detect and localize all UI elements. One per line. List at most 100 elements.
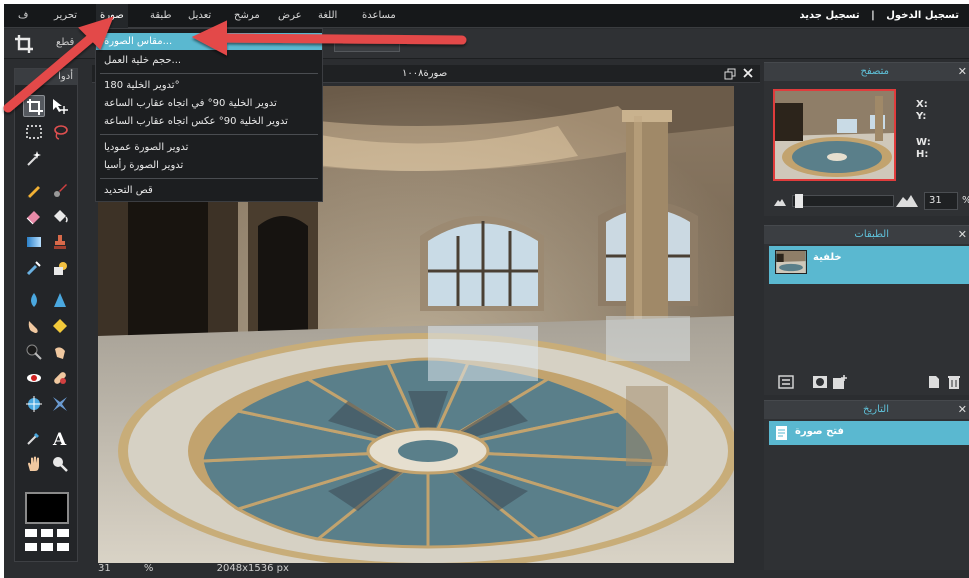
layer-name: خلفية (813, 252, 842, 263)
color-replace-icon (26, 261, 41, 276)
menu-bar: ف تحرير صورة طبقة تعديل مرشح عرض اللغة م… (4, 4, 969, 28)
eye-icon (27, 374, 41, 382)
menu-image[interactable]: صورة (96, 4, 128, 28)
lasso-tool[interactable] (49, 121, 71, 143)
menu-item-flip-vertical[interactable]: تدوير الصورة عموديا (96, 139, 322, 156)
brush-tool[interactable] (49, 179, 71, 201)
marquee-tool[interactable] (23, 121, 45, 143)
sharpen-icon (54, 293, 66, 307)
zoom-input[interactable]: 31 (924, 192, 958, 210)
photo-editor-app: ف تحرير صورة طبقة تعديل مرشح عرض اللغة م… (4, 4, 969, 578)
navigator-preview-image (775, 91, 894, 179)
history-title: التاريخ (863, 404, 889, 415)
text-icon: A (52, 430, 67, 447)
new-layer-icon[interactable] (832, 374, 848, 390)
spot-heal-tool[interactable] (49, 367, 71, 389)
login-link[interactable]: تسجيل الدخول (886, 10, 959, 21)
document-statusbar: 31 % 2048x1536 px (98, 563, 319, 575)
pencil-tool[interactable] (23, 179, 45, 201)
drop-icon (31, 293, 37, 307)
menu-item-flip-horizontal[interactable]: تدوير الصورة رأسيا (96, 157, 322, 174)
menu-item-canvas-size[interactable]: حجم خلية العمل... (96, 52, 322, 69)
menu-adjustments[interactable]: تعديل (184, 4, 215, 28)
magic-wand-tool[interactable] (23, 147, 45, 169)
hand-icon (28, 456, 39, 471)
trash-icon[interactable] (946, 374, 962, 390)
color-picker-tool[interactable] (23, 427, 45, 449)
lasso-icon (54, 125, 68, 140)
layer-row[interactable]: خلفية (769, 246, 969, 284)
shape-icon (54, 262, 67, 275)
zoom-readout: 31 (98, 563, 111, 574)
menu-view[interactable]: عرض (274, 4, 306, 28)
x-label: X: (916, 99, 928, 110)
menu-separator (100, 73, 318, 74)
sharpen-tool[interactable] (49, 289, 71, 311)
document-title: صورة١٠٠٨ (402, 68, 448, 79)
history-header: التاريخ ✕ (764, 401, 969, 419)
hand-tool[interactable] (23, 453, 45, 475)
image-dimensions: 2048x1536 px (216, 563, 289, 574)
crop-tool[interactable] (23, 95, 45, 117)
shape-tool[interactable] (49, 257, 71, 279)
tools-panel: أدوا A (14, 68, 78, 562)
close-layers-icon[interactable]: ✕ (958, 228, 967, 242)
crop-option-field[interactable] (334, 36, 400, 52)
bloat-tool[interactable] (23, 393, 45, 415)
navigator-header: متصفح ✕ (764, 63, 969, 81)
paint-bucket-tool[interactable] (49, 205, 71, 227)
menu-item-rotate-180[interactable]: تدوير الخلية 180° (96, 77, 322, 94)
navigator-thumbnail[interactable] (773, 89, 896, 181)
close-history-icon[interactable]: ✕ (958, 403, 967, 417)
gradient-tool[interactable] (23, 231, 45, 253)
close-navigator-icon[interactable]: ✕ (958, 65, 967, 79)
menu-layer[interactable]: طبقة (146, 4, 175, 28)
gradient-icon (27, 237, 41, 247)
duplicate-layer-icon[interactable] (926, 374, 942, 390)
menu-file[interactable]: ف (14, 4, 32, 28)
layer-mask-icon[interactable] (812, 374, 828, 390)
signup-link[interactable]: تسجيل جديد (799, 10, 859, 21)
zoom-slider-handle[interactable] (795, 194, 803, 208)
type-tool[interactable]: A (49, 427, 71, 449)
menu-item-crop-selection[interactable]: قص التحديد (96, 182, 322, 199)
menu-language[interactable]: اللغة (314, 4, 341, 28)
menu-help[interactable]: مساعدة (358, 4, 400, 28)
menu-edit[interactable]: تحرير (50, 4, 81, 28)
eraser-tool[interactable] (23, 205, 45, 227)
smudge-tool[interactable] (23, 315, 45, 337)
restore-window-icon[interactable] (724, 68, 736, 80)
pinch-tool[interactable] (49, 393, 71, 415)
layer-settings-icon[interactable] (778, 374, 794, 390)
zoom-slider[interactable] (792, 194, 894, 208)
layers-title: الطبقات (854, 229, 889, 240)
clone-stamp-tool[interactable] (49, 231, 71, 253)
image-menu-dropdown: مقاس الصورة... حجم خلية العمل... تدوير ا… (95, 28, 323, 202)
menu-item-rotate-90-cw[interactable]: تدوير الخلية 90° في اتجاه عقارب الساعة (96, 95, 322, 112)
paint-bucket-icon (54, 210, 68, 223)
foreground-color-swatch[interactable] (25, 492, 69, 524)
red-eye-tool[interactable] (23, 367, 45, 389)
burn-tool[interactable] (49, 341, 71, 363)
sponge-tool[interactable] (49, 315, 71, 337)
move-tool[interactable] (49, 95, 71, 117)
dodge-tool[interactable] (23, 341, 45, 363)
zoom-tool[interactable] (49, 453, 71, 475)
menu-item-rotate-90-ccw[interactable]: تدوير الخلية 90° عكس اتجاه عقارب الساعة (96, 113, 322, 130)
menu-item-image-size[interactable]: مقاس الصورة... (96, 33, 322, 50)
close-document-icon[interactable] (742, 67, 754, 79)
blur-tool[interactable] (23, 289, 45, 311)
tools-panel-title: أدوا (15, 69, 77, 85)
account-links: تسجيل الدخول | تسجيل جديد (795, 4, 963, 28)
eraser-icon (26, 211, 40, 225)
layers-header: الطبقات ✕ (764, 226, 969, 244)
color-replace-tool[interactable] (23, 257, 45, 279)
menu-separator (100, 178, 318, 179)
zoom-out-mountain-icon[interactable] (774, 196, 786, 206)
menu-filter[interactable]: مرشح (230, 4, 264, 28)
zoom-in-mountain-icon[interactable] (896, 193, 918, 207)
history-item[interactable]: فتح صورة (769, 421, 969, 445)
move-icon (53, 99, 68, 114)
y-label: Y: (916, 111, 927, 122)
view-mode-grid-icon[interactable] (25, 529, 69, 555)
